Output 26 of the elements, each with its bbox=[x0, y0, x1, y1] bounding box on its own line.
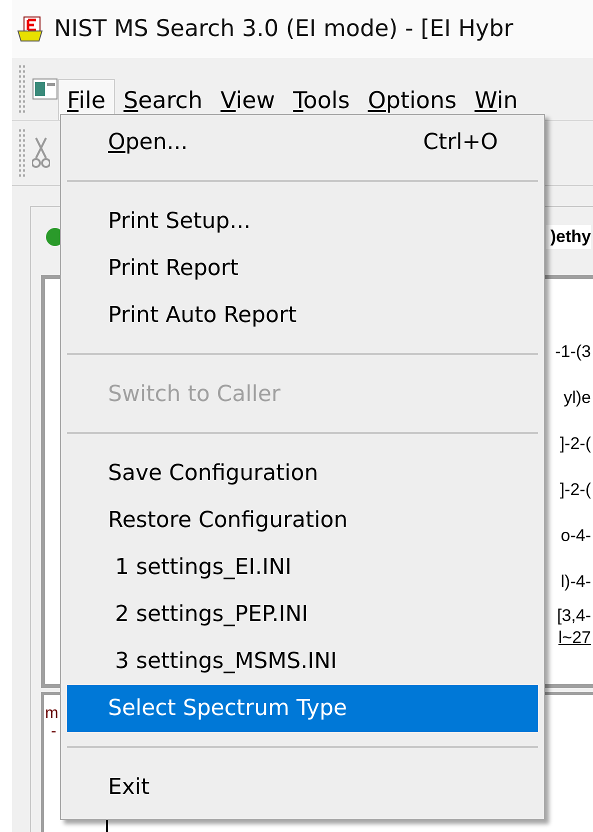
menu-item[interactable]: Print Report bbox=[67, 245, 538, 292]
hit-list-entry[interactable]: [3,4- bbox=[556, 605, 591, 627]
hit-list-entry[interactable]: l)-4- bbox=[560, 559, 591, 605]
app-icon bbox=[16, 15, 44, 43]
hit-list-entry[interactable]: ]-2-( bbox=[560, 421, 591, 467]
hit-list-entry[interactable]: ]-2-( bbox=[560, 467, 591, 513]
menu-item[interactable]: Print Auto Report bbox=[67, 292, 538, 339]
menu-item[interactable]: Print Setup... bbox=[67, 198, 538, 245]
menu-item[interactable]: Select Spectrum Type bbox=[67, 685, 538, 732]
menu-item[interactable]: 1 settings_EI.INI bbox=[67, 544, 538, 591]
plot-label: m bbox=[45, 705, 58, 723]
menu-item[interactable]: Save Configuration bbox=[67, 450, 538, 497]
window-title: NIST MS Search 3.0 (EI mode) - [EI Hybr bbox=[54, 16, 514, 42]
menu-item[interactable]: 3 settings_MSMS.INI bbox=[67, 638, 538, 685]
hit-list-entry[interactable]: yl)e bbox=[564, 375, 591, 421]
hit-list-entry[interactable]: o-4- bbox=[560, 513, 591, 559]
menu-item[interactable]: Restore Configuration bbox=[67, 497, 538, 544]
menu-item[interactable]: Exit bbox=[67, 764, 538, 811]
menu-item[interactable]: Open... Ctrl+O bbox=[67, 119, 538, 166]
hit-list-entry[interactable]: l~27 bbox=[558, 627, 591, 649]
tab-title[interactable]: )ethy bbox=[546, 225, 591, 249]
hit-list-entry[interactable]: -1-(3 bbox=[555, 329, 591, 375]
plot-tick-label: - bbox=[51, 723, 56, 741]
scissors-icon[interactable] bbox=[32, 136, 50, 170]
menu-item[interactable]: 2 settings_PEP.INI bbox=[67, 591, 538, 638]
document-icon[interactable] bbox=[32, 78, 58, 100]
